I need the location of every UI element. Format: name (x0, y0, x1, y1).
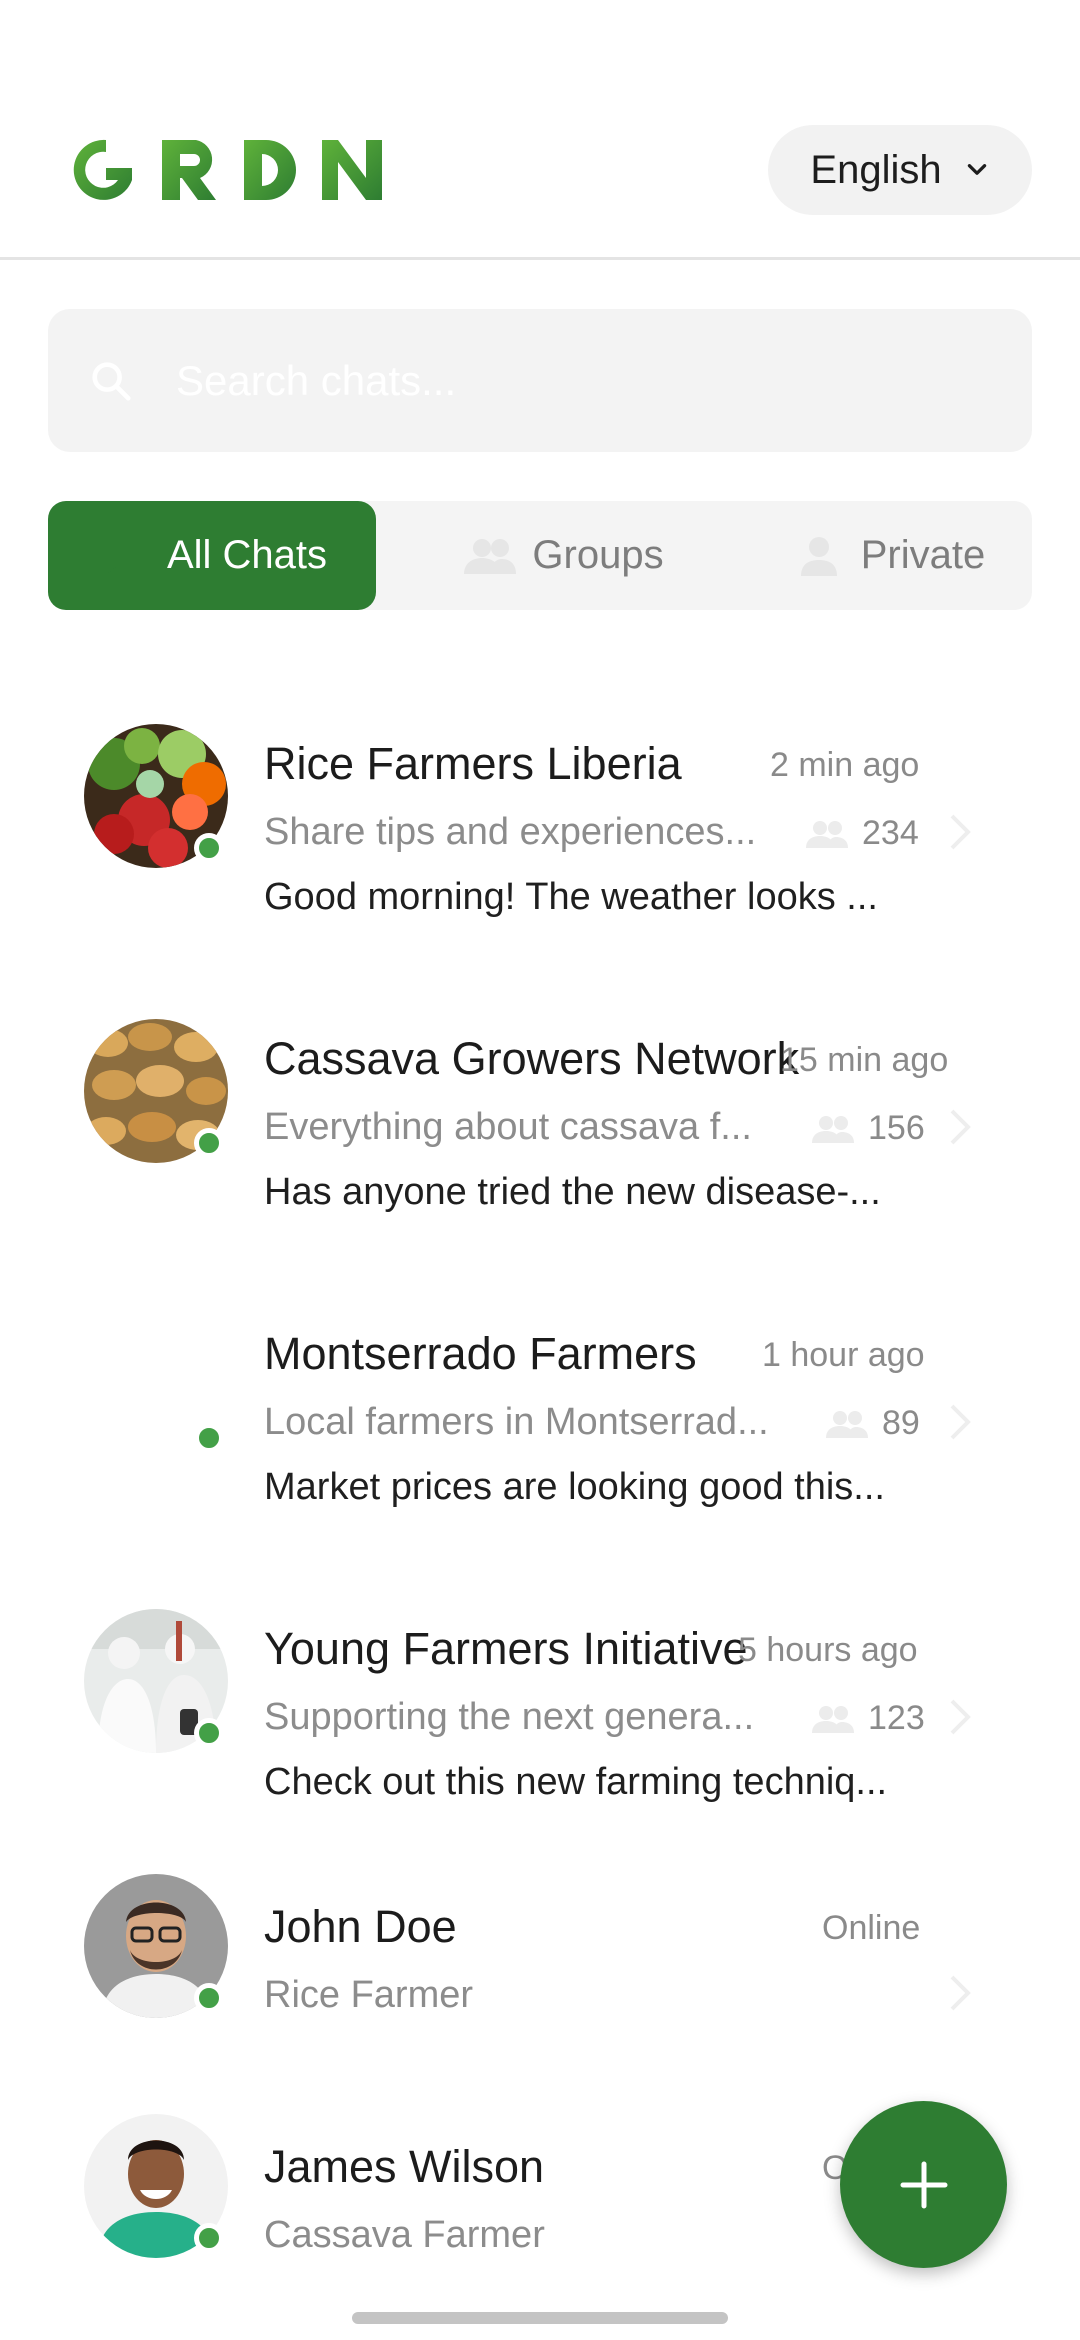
chat-time: 2 min ago (770, 746, 920, 784)
chat-name: John Doe (264, 1901, 457, 1952)
chat-item-montserrado-farmers[interactable]: Montserrado Farmers 1 hour ago Local far… (0, 1290, 1080, 1550)
chat-name: Young Farmers Initiative (264, 1623, 748, 1674)
online-indicator (194, 1423, 224, 1453)
chat-status: Online (822, 1909, 921, 1947)
chevron-right-icon (950, 1404, 971, 1440)
chat-time: 1 hour ago (762, 1336, 925, 1374)
chat-name: Rice Farmers Liberia (264, 738, 682, 789)
chat-name: Montserrado Farmers (264, 1328, 697, 1379)
chat-description: Share tips and experiences... (264, 811, 757, 853)
chat-description: Local farmers in Montserrad... (264, 1401, 769, 1443)
tab-label: Groups (532, 533, 664, 577)
chat-description: Cassava Farmer (264, 2214, 545, 2256)
tab-all-chats[interactable]: All Chats (48, 501, 376, 610)
last-message: Check out this new farming techniq... (264, 1761, 888, 1803)
chat-bubble-icon (102, 539, 147, 574)
chevron-right-icon (950, 1975, 971, 2011)
member-count-value: 89 (882, 1404, 920, 1442)
chat-item-john-doe[interactable]: John Doe Online Rice Farmer (0, 1853, 1080, 2113)
chat-item-young-farmers-initiative[interactable]: Young Farmers Initiative 5 hours ago Sup… (0, 1585, 1080, 1845)
people-icon (806, 820, 848, 848)
chat-name: James Wilson (264, 2141, 545, 2192)
last-message: Has anyone tried the new disease-... (264, 1171, 881, 1213)
online-indicator (194, 833, 224, 863)
chevron-down-icon (967, 164, 986, 175)
last-message: Market prices are looking good this... (264, 1466, 885, 1508)
people-icon (812, 1705, 854, 1733)
chat-filter-tabs: All Chats Groups Private (48, 501, 1032, 610)
online-indicator (194, 2223, 224, 2253)
member-count: 89 (824, 1404, 920, 1443)
online-indicator (194, 1128, 224, 1158)
member-count-value: 123 (868, 1699, 925, 1737)
chat-description: Rice Farmer (264, 1974, 474, 2016)
search-bar[interactable] (48, 309, 1032, 452)
person-icon (800, 536, 837, 576)
online-indicator (194, 1983, 224, 2013)
chat-item-rice-farmers-liberia[interactable]: Rice Farmers Liberia 2 min ago Share tip… (0, 700, 1080, 960)
member-count: 123 (810, 1699, 925, 1738)
grdn-logo (66, 130, 386, 210)
people-icon (812, 1115, 854, 1143)
new-chat-button[interactable] (840, 2101, 1007, 2268)
language-selector[interactable]: English (768, 125, 1032, 215)
search-icon (92, 361, 131, 401)
logo-mark (73, 139, 382, 200)
last-message: Good morning! The weather looks ... (264, 876, 878, 918)
search-input[interactable] (176, 356, 976, 405)
chat-description: Everything about cassava f... (264, 1106, 752, 1148)
tab-label: Private (860, 533, 986, 577)
member-count: 234 (804, 814, 919, 853)
chevron-right-icon (950, 1699, 971, 1735)
member-count-value: 234 (862, 814, 919, 852)
people-icon (826, 1410, 868, 1438)
people-icon (464, 538, 517, 574)
tab-groups[interactable]: Groups (428, 501, 698, 610)
chat-description: Supporting the next genera... (264, 1696, 755, 1738)
tab-label: All Chats (166, 533, 328, 577)
member-count-value: 156 (868, 1109, 925, 1147)
tab-private[interactable]: Private (768, 501, 1008, 610)
home-indicator[interactable] (352, 2312, 728, 2324)
online-indicator (194, 1718, 224, 1748)
chat-item-cassava-growers-network[interactable]: Cassava Growers Network 15 min ago Every… (0, 995, 1080, 1255)
chevron-right-icon (950, 814, 971, 850)
chat-name: Cassava Growers Network (264, 1033, 800, 1084)
chevron-right-icon (950, 1109, 971, 1145)
chat-time: 15 min ago (780, 1041, 949, 1079)
chat-time: 5 hours ago (738, 1631, 918, 1669)
language-label: English (810, 147, 942, 192)
plus-icon (900, 2161, 947, 2208)
app-header: English (0, 0, 1080, 260)
member-count: 156 (810, 1109, 925, 1148)
